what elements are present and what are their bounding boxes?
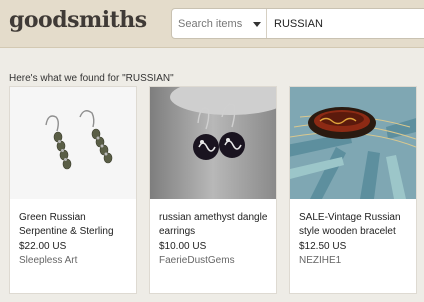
product-title[interactable]: SALE-Vintage Russian style wooden bracel…	[299, 211, 411, 239]
shop-name[interactable]: Sleepless Art	[19, 255, 77, 266]
product-card[interactable]: SALE-Vintage Russian style wooden bracel…	[289, 86, 417, 294]
product-photo-earrings-green	[10, 87, 136, 199]
product-image[interactable]	[150, 87, 276, 199]
search-scope-dropdown[interactable]: Search items	[172, 9, 267, 38]
search-scope-label: Search items	[178, 18, 243, 30]
product-price: $10.00 US	[159, 241, 207, 252]
product-image[interactable]	[290, 87, 416, 199]
product-card[interactable]: russian amethyst dangle earrings $10.00 …	[149, 86, 277, 294]
shop-name[interactable]: FaerieDustGems	[159, 255, 235, 266]
product-price: $12.50 US	[299, 241, 347, 252]
product-title[interactable]: Green Russian Serpentine & Sterling	[19, 211, 131, 239]
search-input[interactable]	[268, 9, 424, 38]
site-header: goodsmiths Search items	[0, 0, 424, 48]
chevron-down-icon	[253, 22, 261, 27]
product-photo-earrings-amethyst	[150, 87, 276, 199]
product-price: $22.00 US	[19, 241, 67, 252]
shop-name[interactable]: NEZIHE1	[299, 255, 341, 266]
search-bar: Search items	[171, 8, 424, 39]
product-title[interactable]: russian amethyst dangle earrings	[159, 211, 271, 239]
product-photo-wooden-bracelet	[290, 87, 416, 199]
results-heading: Here's what we found for "RUSSIAN"	[9, 73, 174, 84]
site-logo[interactable]: goodsmiths	[9, 7, 147, 33]
product-card[interactable]: Green Russian Serpentine & Sterling $22.…	[9, 86, 137, 294]
product-image[interactable]	[10, 87, 136, 199]
